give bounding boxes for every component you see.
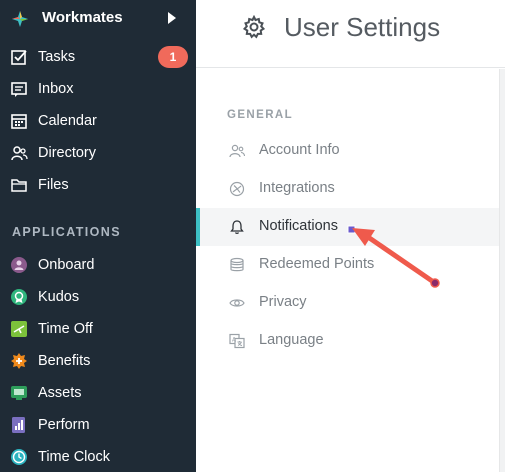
- brand-name: Workmates: [42, 9, 123, 26]
- kudos-icon: [11, 289, 27, 305]
- brand-switcher[interactable]: Workmates: [0, 0, 196, 36]
- settings-item-label: Redeemed Points: [259, 256, 375, 272]
- sidebar-item-time-off[interactable]: Time Off: [0, 313, 196, 345]
- benefits-icon: [11, 353, 27, 369]
- expand-arrow-icon[interactable]: [168, 12, 176, 24]
- sidebar: Workmates Tasks 1 Inbox Calendar Directo…: [0, 0, 196, 472]
- folder-icon: [11, 179, 27, 192]
- settings-item-label: Account Info: [259, 142, 340, 158]
- sidebar-item-benefits[interactable]: Benefits: [0, 345, 196, 377]
- sidebar-item-assets[interactable]: Assets: [0, 377, 196, 409]
- sidebar-item-directory[interactable]: Directory: [0, 137, 196, 169]
- checkbox-icon: [11, 50, 27, 65]
- onboard-icon: [11, 257, 27, 273]
- coins-icon: [230, 257, 244, 272]
- account-icon: [229, 144, 245, 158]
- sidebar-item-kudos[interactable]: Kudos: [0, 281, 196, 313]
- settings-item-label: Integrations: [259, 180, 335, 196]
- sidebar-item-onboard[interactable]: Onboard: [0, 249, 196, 281]
- page-header: User Settings: [196, 0, 505, 68]
- people-icon: [11, 146, 28, 161]
- sidebar-item-label: Inbox: [38, 81, 74, 97]
- settings-menu: GENERAL Account Info Integrations Notifi…: [196, 69, 499, 472]
- settings-item-privacy[interactable]: Privacy: [196, 284, 499, 322]
- calendar-icon: [11, 114, 27, 129]
- settings-item-redeemed-points[interactable]: Redeemed Points: [196, 246, 499, 284]
- sidebar-item-label: Tasks: [38, 49, 76, 65]
- sidebar-item-label: Perform: [38, 417, 90, 433]
- general-group-title: GENERAL: [227, 109, 294, 121]
- settings-item-label: Privacy: [259, 294, 307, 310]
- assets-icon: [11, 386, 27, 400]
- integrations-icon: [229, 181, 245, 197]
- bell-icon: [230, 220, 244, 235]
- tasks-count-badge: 1: [158, 46, 188, 68]
- sidebar-item-calendar[interactable]: Calendar: [0, 105, 196, 137]
- settings-item-notifications[interactable]: Notifications: [196, 208, 499, 246]
- sidebar-item-label: Calendar: [38, 113, 97, 129]
- sidebar-item-label: Kudos: [38, 289, 80, 305]
- time-off-icon: [11, 321, 27, 337]
- sidebar-item-label: Assets: [38, 385, 82, 401]
- sidebar-item-time-clock[interactable]: Time Clock: [0, 441, 196, 472]
- settings-item-label: Language: [259, 332, 324, 348]
- sidebar-item-files[interactable]: Files: [0, 169, 196, 201]
- eye-icon: [229, 299, 245, 307]
- sidebar-item-label: Time Clock: [38, 449, 110, 465]
- inbox-icon: [11, 82, 27, 97]
- sidebar-item-perform[interactable]: Perform: [0, 409, 196, 441]
- sidebar-item-label: Onboard: [38, 257, 95, 273]
- settings-item-account-info[interactable]: Account Info: [196, 132, 499, 170]
- gear-icon: [242, 15, 266, 39]
- settings-item-language[interactable]: A Language: [196, 322, 499, 360]
- settings-item-label: Notifications: [259, 218, 338, 234]
- sidebar-item-inbox[interactable]: Inbox: [0, 73, 196, 105]
- settings-item-integrations[interactable]: Integrations: [196, 170, 499, 208]
- sidebar-item-label: Directory: [38, 145, 97, 161]
- sidebar-item-label: Benefits: [38, 353, 91, 369]
- sidebar-item-label: Files: [38, 177, 69, 193]
- applications-section-title: APPLICATIONS: [12, 225, 121, 239]
- language-icon: A: [229, 333, 245, 349]
- workmates-logo-icon: [12, 11, 28, 27]
- scrollbar[interactable]: [499, 69, 505, 472]
- time-clock-icon: [11, 449, 27, 465]
- sidebar-item-label: Time Off: [38, 321, 93, 337]
- page-title: User Settings: [284, 12, 441, 42]
- perform-icon: [12, 417, 25, 433]
- active-indicator: [196, 208, 200, 246]
